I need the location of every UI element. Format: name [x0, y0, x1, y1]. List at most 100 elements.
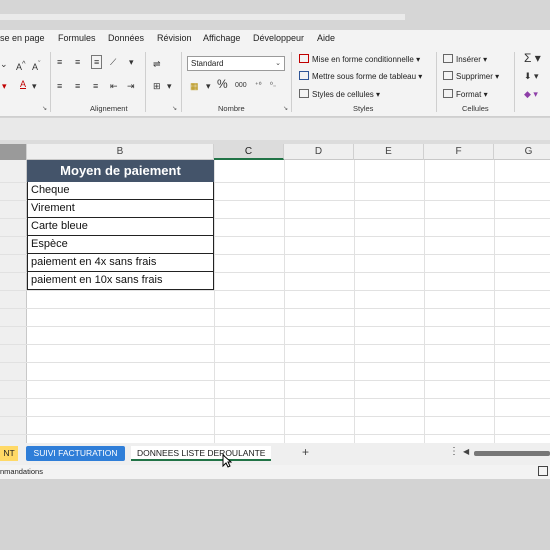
cell-styles-label: Styles de cellules: [312, 90, 374, 99]
sheet-tab-first[interactable]: NT: [0, 446, 18, 461]
scroll-left-icon[interactable]: ◀: [463, 447, 469, 456]
align-middle-icon[interactable]: ≡: [75, 56, 80, 68]
wrap-text-icon[interactable]: ⇌: [153, 58, 161, 70]
number-format-select[interactable]: Standard ⌄: [187, 56, 285, 71]
gridline: [494, 160, 495, 443]
row-headers[interactable]: [0, 160, 27, 443]
currency-dropdown-icon[interactable]: ▾: [206, 80, 211, 92]
cell-styles-icon: [299, 89, 309, 98]
gridline: [0, 308, 550, 309]
fill-icon[interactable]: ⬇ ▾: [524, 70, 539, 82]
increase-indent-icon[interactable]: ⇥: [127, 80, 135, 92]
table-cell[interactable]: Cheque: [27, 182, 214, 200]
tab-data[interactable]: Données: [108, 33, 144, 43]
gridline: [354, 160, 355, 443]
align-bottom-icon[interactable]: ≡: [91, 55, 103, 69]
increase-decimal-icon[interactable]: ⁺⁰: [255, 80, 262, 92]
format-icon: [443, 89, 453, 98]
insert-label: Insérer: [456, 55, 481, 64]
gridline: [0, 434, 550, 435]
column-header-e[interactable]: E: [354, 144, 424, 160]
group-label-cells: Cellules: [462, 104, 489, 113]
font-color-icon[interactable]: A: [20, 78, 26, 90]
column-headers: B C D E F G: [0, 144, 550, 160]
tab-formulas[interactable]: Formules: [58, 33, 96, 43]
row-header-corner[interactable]: [0, 144, 27, 160]
orientation-icon[interactable]: ⟋: [110, 56, 116, 68]
tab-developer[interactable]: Développeur: [253, 33, 304, 43]
desktop-background: [0, 479, 550, 550]
status-bar: nmandations: [0, 465, 550, 479]
format-as-table-button[interactable]: Mettre sous forme de tableau ▾: [299, 71, 422, 83]
tab-help[interactable]: Aide: [317, 33, 335, 43]
normal-view-icon[interactable]: [538, 466, 548, 476]
decrease-decimal-icon[interactable]: ⁰₋: [270, 80, 277, 92]
sheet-tab-suivi-facturation[interactable]: SUIVI FACTURATION: [26, 446, 125, 461]
autosum-icon[interactable]: Σ ▾: [524, 52, 541, 64]
chevron-down-icon: ⌄: [275, 60, 281, 67]
insert-icon: [443, 54, 453, 63]
table-cell[interactable]: paiement en 4x sans frais: [27, 254, 214, 272]
gridline: [284, 160, 285, 443]
insert-button[interactable]: Insérer ▾: [443, 54, 487, 66]
clear-icon[interactable]: ◆ ▾: [524, 88, 538, 100]
add-sheet-button[interactable]: +: [302, 445, 309, 459]
table-icon: [299, 71, 309, 80]
delete-button[interactable]: Supprimer ▾: [443, 71, 499, 83]
orientation-dropdown-icon[interactable]: ▾: [129, 56, 134, 68]
table-cell[interactable]: Virement: [27, 200, 214, 218]
gridline: [214, 160, 215, 443]
tab-view[interactable]: Affichage: [203, 33, 240, 43]
merge-dropdown-icon[interactable]: ▾: [167, 80, 172, 92]
number-launcher-icon[interactable]: ↘: [283, 105, 288, 112]
font-launcher-icon[interactable]: ↘: [42, 105, 47, 112]
window-title-strip: [0, 0, 550, 30]
column-header-g[interactable]: G: [494, 144, 550, 160]
ribbon-separator: [145, 52, 146, 112]
fill-color-icon[interactable]: ▾: [2, 80, 7, 92]
format-button[interactable]: Format ▾: [443, 89, 488, 101]
ribbon: ⌄ A^ Aˇ ▾ A ▾ ↘ ≡ ≡ ≡ ⟋ ▾ ≡ ≡ ≡ ⇤ ⇥ ⇌ ⊞ …: [0, 48, 550, 117]
delete-icon: [443, 71, 453, 80]
font-color-dropdown-icon[interactable]: ▾: [32, 80, 37, 92]
gridline: [0, 398, 550, 399]
table-cell[interactable]: Espèce: [27, 236, 214, 254]
column-header-f[interactable]: F: [424, 144, 494, 160]
thousands-separator-icon[interactable]: 000: [235, 80, 247, 92]
worksheet-grid[interactable]: Moyen de paiement Cheque Virement Carte …: [0, 160, 550, 443]
ribbon-separator: [291, 52, 292, 112]
column-header-d[interactable]: D: [284, 144, 354, 160]
gridline: [0, 326, 550, 327]
format-as-table-label: Mettre sous forme de tableau: [312, 72, 417, 81]
sheet-tab-donnees-liste-deroulante[interactable]: DONNEES LISTE DEROULANTE: [131, 446, 271, 461]
gridline: [424, 160, 425, 443]
increase-font-icon[interactable]: A^: [16, 58, 26, 73]
decrease-indent-icon[interactable]: ⇤: [110, 80, 118, 92]
status-text: nmandations: [0, 467, 43, 476]
column-header-c[interactable]: C: [214, 144, 284, 160]
more-options-icon[interactable]: ⋮: [449, 446, 459, 457]
cell-styles-button[interactable]: Styles de cellules ▾: [299, 89, 380, 101]
align-left-icon[interactable]: ≡: [57, 80, 62, 92]
gridline: [0, 290, 550, 291]
column-header-b[interactable]: B: [27, 144, 214, 160]
alignment-launcher-icon[interactable]: ↘: [172, 105, 177, 112]
group-label-number: Nombre: [218, 104, 245, 113]
table-cell[interactable]: paiement en 10x sans frais: [27, 272, 214, 290]
gridline: [0, 344, 550, 345]
percent-icon[interactable]: %: [217, 78, 228, 90]
tab-review[interactable]: Révision: [157, 33, 192, 43]
align-top-icon[interactable]: ≡: [57, 56, 62, 68]
tab-page-layout[interactable]: se en page: [0, 33, 45, 43]
table-cell[interactable]: Carte bleue: [27, 218, 214, 236]
horizontal-scrollbar[interactable]: [474, 451, 550, 456]
font-size-dropdown-icon[interactable]: ⌄: [0, 58, 8, 70]
currency-icon[interactable]: ▦: [190, 80, 199, 92]
ribbon-separator: [181, 52, 182, 112]
table-header-cell[interactable]: Moyen de paiement: [27, 160, 214, 182]
align-center-icon[interactable]: ≡: [75, 80, 80, 92]
conditional-formatting-button[interactable]: Mise en forme conditionnelle ▾: [299, 54, 420, 66]
decrease-font-icon[interactable]: Aˇ: [32, 58, 41, 73]
align-right-icon[interactable]: ≡: [93, 80, 98, 92]
merge-center-icon[interactable]: ⊞: [153, 80, 161, 92]
